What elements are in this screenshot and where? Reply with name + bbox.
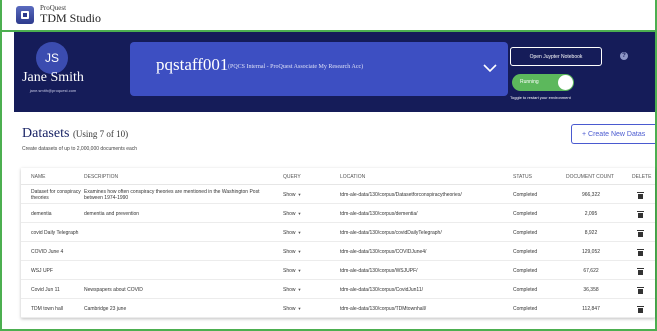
column-header-location[interactable]: LOCATION — [340, 174, 365, 180]
caret-down-icon: ▼ — [297, 287, 302, 292]
cell-location: tdm-ale-data/130/corpus/dementia/ — [340, 211, 418, 217]
trash-icon[interactable] — [637, 249, 644, 256]
table-row[interactable]: Covid Jun 11 Newspapers about COVID Show ▼ t… — [21, 281, 655, 299]
cell-document-count: 36,358 — [583, 287, 599, 293]
environment-header: JS Jane Smith jane.smith@proquest.com pq… — [14, 32, 655, 112]
query-show-dropdown[interactable]: Show ▼ — [283, 192, 301, 198]
trash-icon[interactable] — [637, 192, 644, 199]
cell-status: Completed — [513, 249, 538, 255]
environment-running-toggle[interactable]: Running — [512, 74, 574, 91]
cell-location: tdm-ale-data/130/corpus/COVIDJune4/ — [340, 249, 427, 255]
trash-icon[interactable] — [637, 211, 644, 218]
cell-description: Cambridge 23 june — [84, 306, 127, 312]
cell-name: Dataset for conspiracy theories — [31, 189, 81, 201]
column-header-document-count[interactable]: DOCUMENT COUNT — [566, 174, 614, 180]
cell-name: covid Daily Telegraph — [31, 230, 79, 236]
table-row[interactable]: TDM town hall Cambridge 23 june Show ▼ tdm-a… — [21, 300, 655, 318]
cell-document-count: 2,095 — [584, 211, 598, 217]
cell-name: dementia — [31, 211, 52, 217]
toggle-knob — [558, 75, 573, 90]
help-icon[interactable]: ? — [620, 52, 628, 60]
cell-document-count: 8,922 — [584, 230, 598, 236]
user-name: Jane Smith — [22, 70, 84, 85]
table-row[interactable]: dementia dementia and prevention Show ▼ tdm-… — [21, 205, 655, 223]
cell-document-count: 129,052 — [581, 249, 601, 255]
cell-description: dementia and prevention — [84, 211, 140, 217]
cell-description: Examines how often conspiracy theories a… — [84, 189, 260, 201]
caret-down-icon: ▼ — [297, 249, 302, 254]
caret-down-icon: ▼ — [297, 192, 302, 197]
caret-down-icon: ▼ — [297, 268, 302, 273]
cell-name: Covid Jun 11 — [31, 287, 60, 293]
create-dataset-button[interactable]: + Create New Datas — [571, 124, 655, 144]
column-header-description[interactable]: DESCRIPTION — [84, 174, 118, 180]
query-show-dropdown[interactable]: Show ▼ — [283, 268, 301, 274]
table-header: NAME DESCRIPTION QUERY LOCATION STATUS D… — [21, 168, 655, 185]
top-bar: ProQuest TDM Studio — [2, 0, 655, 30]
cell-document-count: 112,847 — [582, 306, 600, 312]
query-show-dropdown[interactable]: Show ▼ — [283, 230, 301, 236]
cell-status: Completed — [513, 211, 538, 217]
caret-down-icon: ▼ — [297, 230, 302, 235]
query-show-label: Show — [283, 192, 296, 198]
open-jupyter-notebook-button[interactable]: Open Juypter Notebook — [510, 47, 602, 66]
cell-status: Completed — [513, 192, 538, 198]
datasets-title: Datasets (Using 7 of 10) — [22, 126, 128, 142]
column-header-delete: DELETE — [632, 174, 652, 180]
cell-location: tdm-ale-data/130/corpus/WSJUPF/ — [340, 268, 418, 274]
cell-name: WSJ UPF — [31, 268, 53, 274]
toggle-status-label: Running — [520, 79, 539, 85]
column-header-query[interactable]: QUERY — [283, 174, 301, 180]
query-show-dropdown[interactable]: Show ▼ — [283, 306, 301, 312]
query-show-dropdown[interactable]: Show ▼ — [283, 211, 301, 217]
cell-name: COVID June 4 — [31, 249, 64, 255]
cell-name: TDM town hall — [31, 306, 63, 312]
query-show-dropdown[interactable]: Show ▼ — [283, 287, 301, 293]
caret-down-icon: ▼ — [297, 306, 302, 311]
trash-icon[interactable] — [637, 230, 644, 237]
cell-document-count: 67,622 — [583, 268, 599, 274]
trash-icon[interactable] — [637, 268, 644, 275]
datasets-usage-count: (Using 7 of 10) — [72, 129, 129, 139]
trash-icon[interactable] — [637, 287, 644, 294]
query-show-label: Show — [283, 306, 296, 312]
datasets-table: NAME DESCRIPTION QUERY LOCATION STATUS D… — [21, 168, 655, 318]
user-email: jane.smith@proquest.com — [29, 88, 77, 93]
environment-select[interactable]: pqstaff001 (PQCS Internal - ProQuest Ass… — [130, 42, 508, 96]
column-header-status[interactable]: STATUS — [513, 174, 532, 180]
cell-location: tdm-ale-data/130/corpus/covidDailyTelegr… — [340, 230, 442, 236]
table-row[interactable]: covid Daily Telegraph Show ▼ tdm-ale-data/1… — [21, 224, 655, 242]
caret-down-icon: ▼ — [297, 211, 302, 216]
brand[interactable]: ProQuest TDM Studio — [40, 5, 101, 25]
cell-status: Completed — [513, 306, 538, 312]
cell-description: Newspapers about COVID — [84, 287, 143, 293]
query-show-dropdown[interactable]: Show ▼ — [283, 249, 301, 255]
cell-status: Completed — [513, 230, 538, 236]
cell-location: tdm-ale-data/130/corpus/Datasetforconspi… — [340, 192, 462, 198]
cell-document-count: 966,322 — [581, 192, 601, 198]
table-row[interactable]: Dataset for conspiracy theories Examines … — [21, 186, 655, 204]
proquest-logo-icon[interactable] — [16, 6, 34, 24]
environment-name: pqstaff001 — [156, 55, 229, 74]
datasets-heading: Datasets — [22, 126, 70, 141]
query-show-label: Show — [283, 268, 296, 274]
column-header-name[interactable]: NAME — [31, 174, 45, 180]
cell-location: tdm-ale-data/130/corpus/TDMtownhall/ — [340, 306, 427, 312]
table-row[interactable]: COVID June 4 Show ▼ tdm-ale-data/130/corpus… — [21, 243, 655, 261]
query-show-label: Show — [283, 211, 296, 217]
query-show-label: Show — [283, 287, 296, 293]
trash-icon[interactable] — [637, 306, 644, 313]
brand-product: TDM Studio — [40, 11, 102, 25]
cell-status: Completed — [513, 287, 538, 293]
query-show-label: Show — [283, 230, 296, 236]
query-show-label: Show — [283, 249, 296, 255]
datasets-subtitle: Create datasets of up to 2,000,000 docum… — [22, 146, 138, 152]
table-row[interactable]: WSJ UPF Show ▼ tdm-ale-data/130/corpus/WSJU… — [21, 262, 655, 280]
cell-location: tdm-ale-data/130/corpus/CovidJun11/ — [340, 287, 424, 293]
cell-status: Completed — [513, 268, 538, 274]
environment-description: (PQCS Internal - ProQuest Associate My R… — [228, 64, 364, 70]
chevron-down-icon — [483, 64, 497, 73]
toggle-hint: Toggle to restart your environment — [510, 95, 571, 100]
